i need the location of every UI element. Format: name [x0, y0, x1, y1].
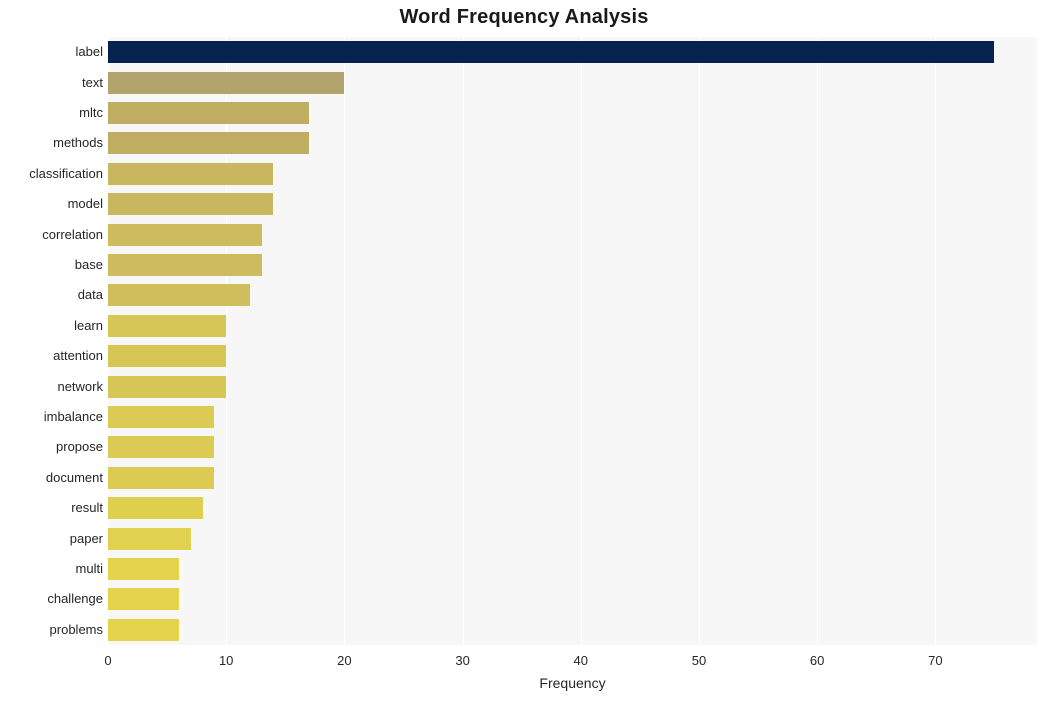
- y-tick-label-network: network: [0, 380, 103, 394]
- bar-data: [108, 284, 250, 306]
- y-tick-label-classification: classification: [0, 167, 103, 181]
- y-tick-label-attention: attention: [0, 349, 103, 363]
- bar-document: [108, 467, 214, 489]
- x-axis-title: Frequency: [108, 675, 1037, 691]
- x-tick-label-60: 60: [787, 653, 847, 668]
- y-tick-label-label: label: [0, 45, 103, 59]
- x-tick-label-20: 20: [314, 653, 374, 668]
- bar-classification: [108, 163, 273, 185]
- bar-imbalance: [108, 406, 214, 428]
- y-tick-label-model: model: [0, 197, 103, 211]
- bar-attention: [108, 345, 226, 367]
- bars-container: [108, 37, 1037, 645]
- bar-propose: [108, 436, 214, 458]
- x-tick-label-10: 10: [196, 653, 256, 668]
- y-tick-label-text: text: [0, 76, 103, 90]
- y-tick-label-data: data: [0, 288, 103, 302]
- y-tick-label-learn: learn: [0, 319, 103, 333]
- bar-mltc: [108, 102, 309, 124]
- y-tick-label-base: base: [0, 258, 103, 272]
- x-axis-tick-labels: 0 10 20 30 40 50 60 70: [0, 645, 1048, 675]
- y-tick-label-propose: propose: [0, 440, 103, 454]
- bar-result: [108, 497, 203, 519]
- bar-text: [108, 72, 344, 94]
- bar-problems: [108, 619, 179, 641]
- y-tick-label-mltc: mltc: [0, 106, 103, 120]
- y-tick-label-multi: multi: [0, 562, 103, 576]
- x-tick-label-70: 70: [905, 653, 965, 668]
- bar-label: [108, 41, 994, 63]
- y-tick-label-result: result: [0, 501, 103, 515]
- x-tick-label-40: 40: [551, 653, 611, 668]
- bar-model: [108, 193, 273, 215]
- chart-title: Word Frequency Analysis: [0, 6, 1048, 29]
- bar-methods: [108, 132, 309, 154]
- y-tick-label-correlation: correlation: [0, 228, 103, 242]
- y-tick-label-methods: methods: [0, 136, 103, 150]
- bar-multi: [108, 558, 179, 580]
- bar-paper: [108, 528, 191, 550]
- plot-area: [108, 37, 1037, 645]
- y-tick-label-challenge: challenge: [0, 592, 103, 606]
- y-tick-label-imbalance: imbalance: [0, 410, 103, 424]
- bar-learn: [108, 315, 226, 337]
- x-tick-label-0: 0: [78, 653, 138, 668]
- word-frequency-bar-chart: Word Frequency Analysis label text mltc met…: [0, 0, 1048, 701]
- x-tick-label-30: 30: [433, 653, 493, 668]
- x-tick-label-50: 50: [669, 653, 729, 668]
- y-tick-label-paper: paper: [0, 532, 103, 546]
- y-tick-label-problems: problems: [0, 623, 103, 637]
- y-axis-tick-labels: label text mltc methods classification model c…: [0, 37, 103, 645]
- bar-challenge: [108, 588, 179, 610]
- y-tick-label-document: document: [0, 471, 103, 485]
- bar-base: [108, 254, 262, 276]
- bar-correlation: [108, 224, 262, 246]
- bar-network: [108, 376, 226, 398]
